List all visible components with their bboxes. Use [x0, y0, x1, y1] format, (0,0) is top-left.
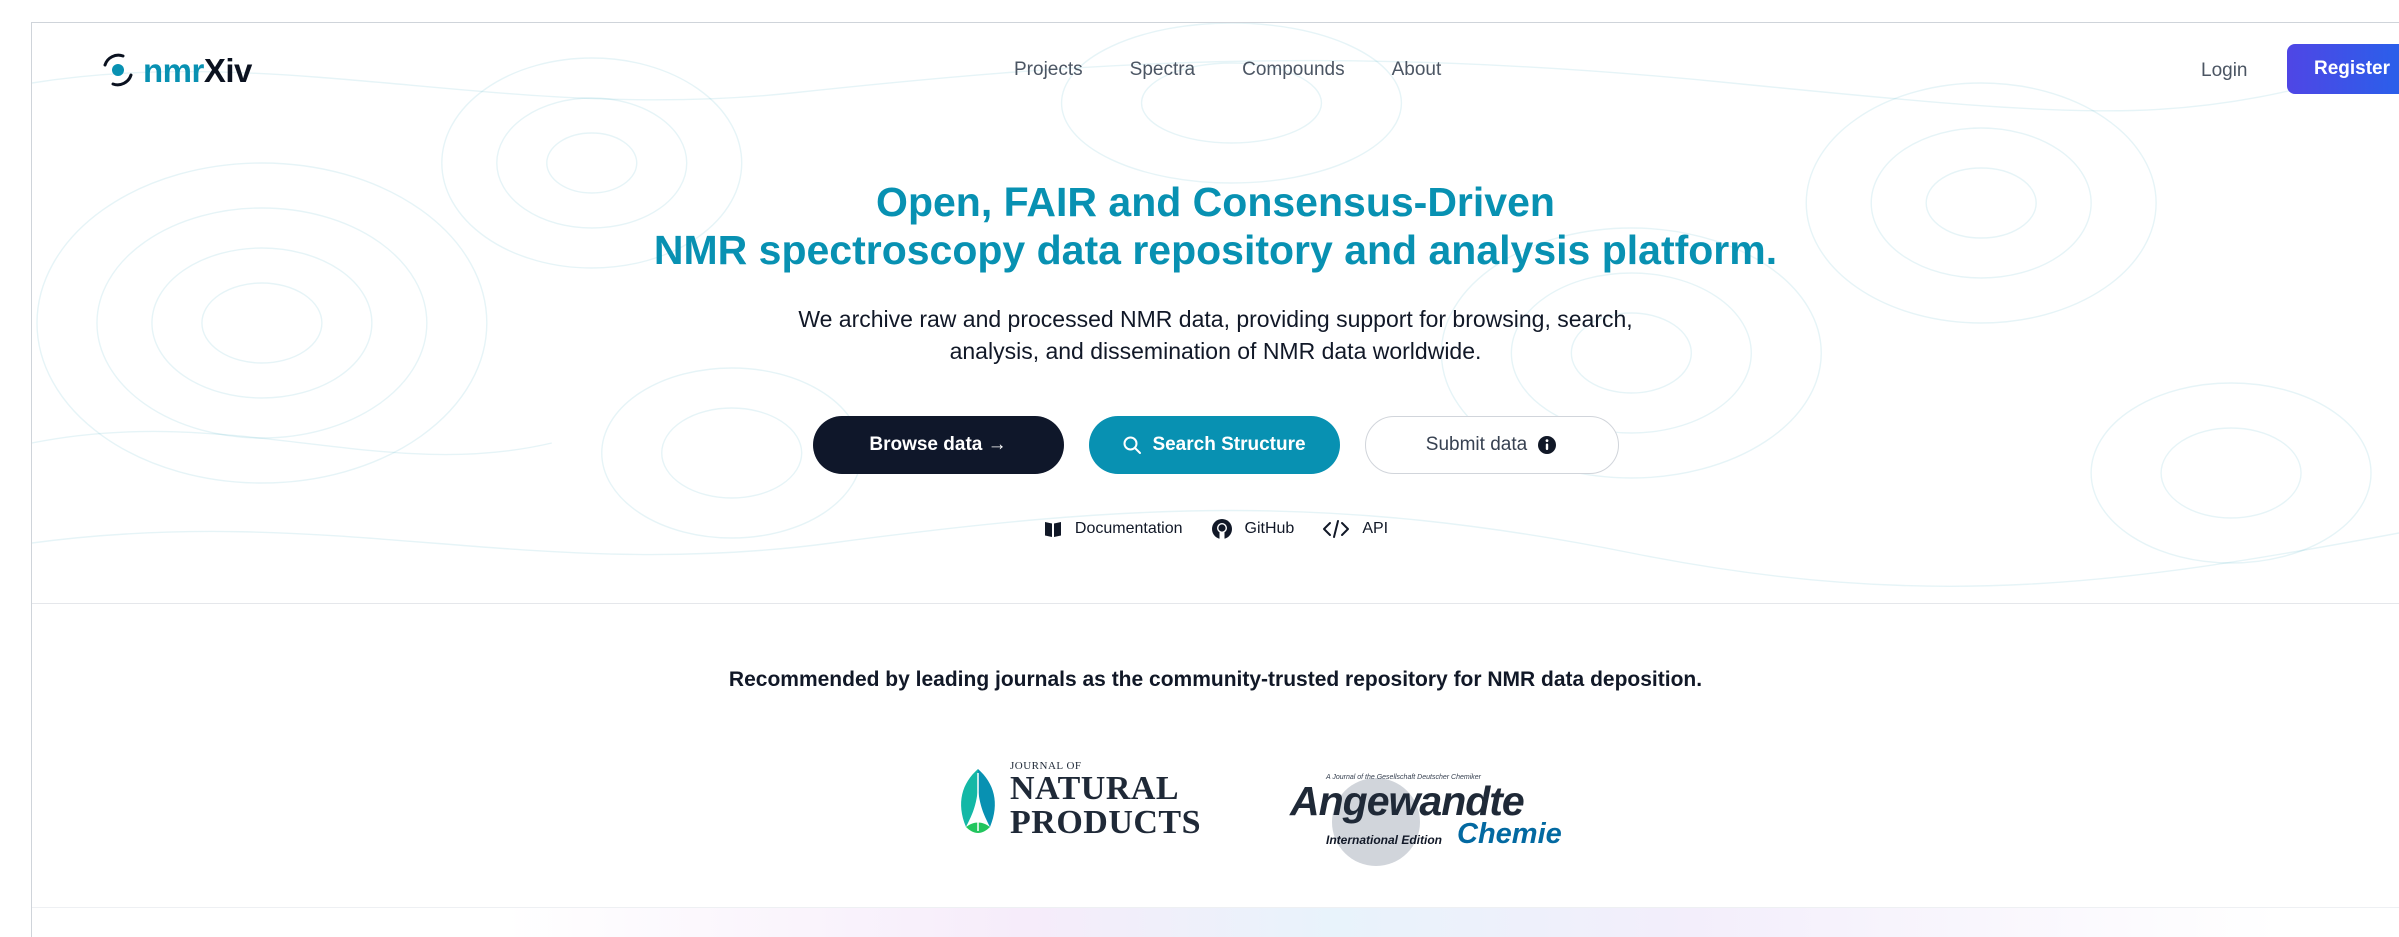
hero-buttons: Browse data → Search Structure Submit da… [32, 416, 2399, 474]
documentation-link[interactable]: Documentation [1043, 518, 1183, 540]
angewandte-edition: International Edition [1326, 833, 1442, 847]
github-icon [1211, 519, 1232, 539]
submit-data-label: Submit data [1425, 434, 1528, 455]
login-link[interactable]: Login [2201, 60, 2248, 82]
search-structure-label: Search Structure [1152, 434, 1306, 455]
code-icon [1323, 520, 1350, 538]
next-section-strip [32, 907, 2399, 937]
nmrxiv-logo[interactable]: nmrXiv [99, 51, 252, 89]
info-icon [1538, 436, 1557, 454]
journals-heading: Recommended by leading journals as the c… [728, 668, 1703, 691]
hero-subtitle: We archive raw and processed NMR data, p… [32, 303, 2399, 367]
logo-icon [103, 53, 133, 87]
leaf-icon [961, 768, 995, 833]
api-label: API [1362, 520, 1389, 537]
nav-compounds[interactable]: Compounds [1242, 59, 1344, 81]
browser-viewport: nmrXiv Projects Spectra Compounds About … [31, 22, 2399, 937]
github-link[interactable]: GitHub [1211, 518, 1295, 540]
search-icon [1123, 436, 1142, 454]
nav-projects[interactable]: Projects [1014, 59, 1083, 81]
nav-spectra[interactable]: Spectra [1130, 59, 1195, 81]
journal-angewandte-logo[interactable]: A Journal of the Gesellschaft Deutscher … [1262, 774, 1562, 868]
book-icon [1044, 522, 1061, 537]
documentation-label: Documentation [1074, 520, 1183, 537]
journal-natural-products-logo[interactable]: JOURNAL OF NATURAL PRODUCTS [952, 761, 1201, 840]
browse-data-label: Browse data → [869, 434, 1007, 455]
hero-title: Open, FAIR and Consensus-Driven NMR spec… [32, 178, 2399, 274]
hero-subtitle-line-2: analysis, and dissemination of NMR data … [949, 338, 1482, 364]
hero-title-line-1: Open, FAIR and Consensus-Driven [876, 179, 1555, 225]
hero-subtitle-line-1: We archive raw and processed NMR data, p… [798, 306, 1633, 332]
logo-text-nmr: nmr [143, 51, 204, 89]
resource-links: Documentation GitHub API [32, 518, 2399, 540]
nav-about[interactable]: About [1392, 59, 1442, 81]
register-button[interactable]: Register [2287, 44, 2399, 94]
browse-data-button[interactable]: Browse data → [812, 416, 1064, 474]
search-structure-button[interactable]: Search Structure [1088, 416, 1340, 474]
github-label: GitHub [1244, 520, 1295, 537]
angewandte-chemie: Chemie [1457, 818, 1562, 850]
jnp-line-1: NATURAL [1010, 770, 1180, 807]
jnp-line-2: PRODUCTS [1010, 804, 1202, 841]
hero-title-line-2: NMR spectroscopy data repository and ana… [653, 227, 1778, 273]
hero-section: nmrXiv Projects Spectra Compounds About … [32, 23, 2399, 604]
main-nav: Projects Spectra Compounds About [1014, 59, 1441, 81]
logo-text-xiv: Xiv [203, 51, 253, 89]
api-link[interactable]: API [1322, 518, 1388, 540]
submit-data-button[interactable]: Submit data [1364, 416, 1619, 474]
